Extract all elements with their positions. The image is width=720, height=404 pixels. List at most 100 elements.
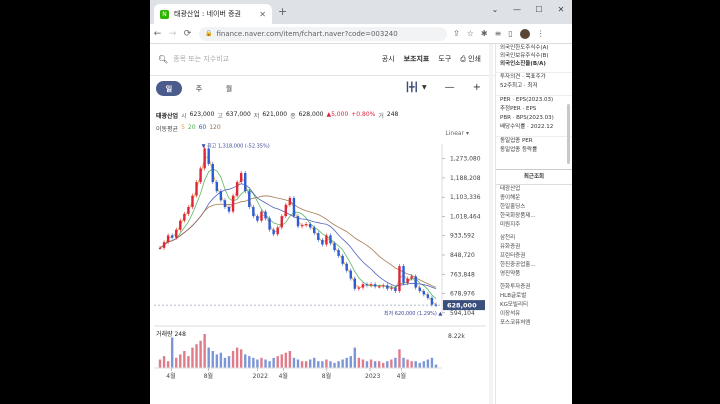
candle-body — [345, 263, 348, 271]
price-chart[interactable]: 1,273,080 1,188,208 1,103,336 1,018,464 933,… — [150, 140, 490, 404]
y-tick-label: 933,592 — [450, 233, 475, 240]
recent-item[interactable]: 영진약품 — [496, 270, 572, 279]
forward-icon[interactable]: → — [165, 29, 180, 39]
recent-item[interactable]: 한진중공업홀... — [496, 261, 572, 270]
recent-item[interactable]: 이장석유 — [496, 310, 572, 319]
volume-bar — [179, 354, 182, 368]
zoom-out-icon[interactable]: — — [445, 82, 455, 93]
tab-monthly[interactable]: 월 — [216, 81, 242, 96]
recent-item[interactable]: 유화증권 — [496, 243, 572, 252]
volume-value: 248 — [386, 111, 399, 118]
volume-bar — [345, 357, 348, 368]
candle-body — [248, 191, 251, 208]
scale-selector[interactable]: Linear ▾ — [445, 130, 469, 137]
print-button[interactable]: ⎙ 인쇄 — [460, 54, 481, 64]
list-item[interactable]: 동일업종 PER — [500, 137, 572, 146]
search-input[interactable]: 🔍︎ 종목 또는 지수비교 — [158, 54, 229, 64]
volume-bar — [175, 357, 178, 368]
volume-bar — [430, 357, 434, 368]
ma60-label: 60 — [198, 124, 207, 131]
volume-bar — [215, 354, 219, 368]
window-controls: ⌄ — ☐ ✕ — [484, 0, 572, 18]
list-item[interactable]: 배당수익률 · 2022.12 — [500, 123, 572, 132]
maximize-icon[interactable]: ☐ — [528, 0, 550, 18]
reading-list-icon[interactable]: ≡ — [495, 29, 502, 38]
disclosure-button[interactable]: 공시 — [382, 54, 395, 64]
recent-item[interactable]: 프린터증권 — [496, 252, 572, 261]
volume-bar — [349, 356, 352, 368]
stock-info-sidebar: 외국인한도주식수(A) 외국인보유주식수(B) 외국인소진율(B/A) 투자의견… — [495, 44, 572, 404]
avatar[interactable] — [519, 28, 530, 39]
zoom-in-icon[interactable]: + — [473, 82, 481, 93]
url-input[interactable]: 🔒 finance.naver.com/item/fchart.naver?co… — [199, 26, 447, 41]
candle-body — [175, 229, 178, 238]
volume-bar — [244, 354, 247, 368]
candle-body — [353, 278, 357, 289]
tools-button[interactable]: 도구 — [438, 54, 451, 64]
page-scrollbar[interactable] — [489, 44, 493, 404]
share-icon[interactable]: ⇪ — [453, 29, 460, 38]
chevron-down-icon[interactable]: ⌄ — [484, 0, 506, 18]
sidebar-icon[interactable]: ▯ — [508, 29, 512, 38]
recent-item[interactable]: 종이해운 — [496, 194, 572, 203]
browser-tab[interactable]: N 태광산업 : 네이버 증권 ✕ — [154, 4, 272, 24]
recent-item[interactable]: KG모빌리티 — [496, 301, 572, 310]
chevron-down-icon[interactable]: ▼ — [422, 84, 427, 91]
volume-bar — [183, 351, 186, 368]
recent-item[interactable]: 삼천리 — [496, 234, 572, 243]
recent-item[interactable]: HLB글로벌 — [496, 292, 572, 301]
list-item[interactable]: PER · EPS(2023.03) — [500, 96, 572, 105]
volume-bar — [256, 359, 259, 368]
minimize-icon[interactable]: — — [506, 0, 528, 18]
reload-icon[interactable]: ⟳ — [180, 29, 195, 39]
list-item: 외국인소진율(B/A) — [500, 61, 546, 67]
more-menu-icon[interactable]: ⋮ — [537, 29, 545, 38]
list-item[interactable]: PBR · BPS(2023.03) — [500, 114, 572, 123]
foreign-holdings: 외국인한도주식수(A) 외국인보유주식수(B) 외국인소진율(B/A) — [496, 44, 572, 68]
candle-body — [170, 235, 174, 238]
recent-item[interactable]: 한화투자증권 — [496, 283, 572, 292]
tab-daily[interactable]: 일 — [156, 81, 182, 96]
volume-bar — [394, 357, 397, 368]
recent-item[interactable]: 태광산업 — [496, 185, 572, 194]
list-item[interactable]: 동일업종 등락률 — [500, 146, 572, 155]
list-item[interactable]: 추정PER · EPS — [500, 105, 572, 114]
close-tab-icon[interactable]: ✕ — [259, 10, 266, 19]
candle-body — [162, 242, 166, 248]
candle-body — [256, 216, 259, 221]
candle-body — [239, 172, 243, 183]
volume-bar — [199, 340, 202, 368]
candle-body — [260, 211, 263, 221]
candle-body — [329, 235, 332, 244]
recent-item[interactable]: 한국화장품제... — [496, 212, 572, 221]
indicator-button[interactable]: 보조지표 — [404, 54, 430, 64]
candle-body — [382, 285, 385, 287]
volume-bar — [187, 356, 190, 368]
candle-body — [373, 284, 377, 287]
volume-bar — [264, 359, 267, 368]
recent-item[interactable]: 한일홀딩스 — [496, 203, 572, 212]
candle-body — [166, 235, 170, 243]
print-icon: ⎙ — [460, 55, 466, 63]
volume-bar — [231, 351, 235, 368]
ma-label: 이동평균 — [156, 126, 179, 133]
period-tabs: 일 주 월 — [156, 81, 242, 96]
close-window-icon[interactable]: ✕ — [550, 0, 572, 18]
volume-bar — [390, 359, 393, 368]
sidebar-scrollbar[interactable] — [567, 104, 570, 164]
candlestick-icon[interactable]: ┃╋┃ — [405, 83, 419, 93]
volume-bar — [288, 351, 292, 368]
chart-top-menu: 공시 보조지표 도구 ⎙ 인쇄 — [382, 54, 481, 64]
back-icon[interactable]: ← — [150, 29, 165, 39]
star-icon[interactable]: ☆ — [467, 29, 474, 38]
candle-body — [276, 227, 279, 235]
recent-item[interactable]: 포스코퓨처엠 — [496, 319, 572, 328]
extensions-icon[interactable]: ✱ — [481, 29, 488, 38]
tab-weekly[interactable]: 주 — [186, 81, 212, 96]
candle-body — [304, 224, 308, 226]
recent-item[interactable]: 미원지주 — [496, 221, 572, 230]
volume-bar — [402, 357, 405, 368]
new-tab-icon[interactable]: + — [278, 5, 287, 18]
moving-average-legend[interactable]: 이동평균 5 20 60 120 — [156, 124, 221, 133]
candle-body — [369, 284, 373, 286]
